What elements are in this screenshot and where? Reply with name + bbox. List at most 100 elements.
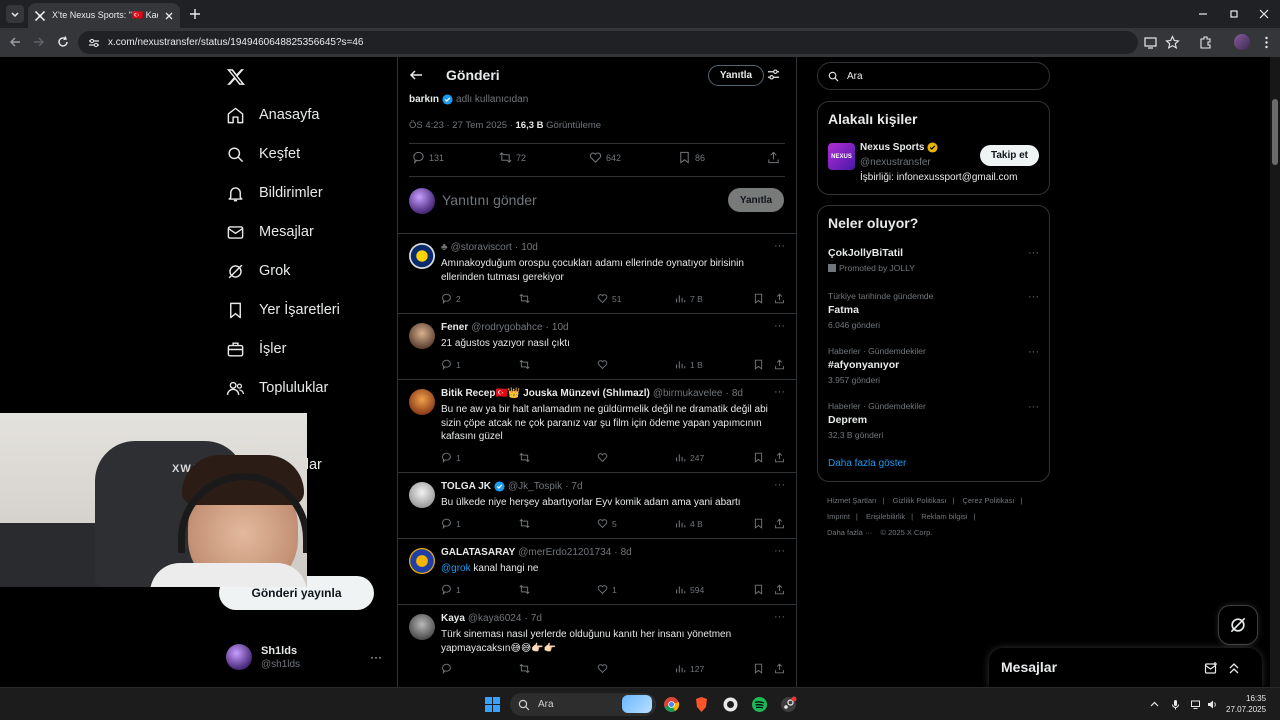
spotify-icon[interactable] [751,696,768,713]
bookmark-star-icon[interactable] [1165,35,1180,50]
reload-icon[interactable] [56,35,70,49]
reply-name[interactable]: GALATASARAY [441,547,515,558]
bookmark-action[interactable] [753,452,764,463]
retweet-action[interactable] [519,584,534,595]
site-info-icon[interactable] [88,37,100,49]
app-icon[interactable] [722,696,739,713]
nav-notifications[interactable]: Bildirimler [226,179,323,207]
reply-item[interactable]: GALATASARAY @merErdo21201734 · 8d ··· @g… [398,538,796,604]
volume-icon[interactable] [1207,699,1218,710]
more-icon[interactable]: ··· [370,650,382,664]
more-icon[interactable]: ··· [1028,346,1039,358]
chrome-icon[interactable] [663,696,680,713]
restore-icon[interactable] [1227,7,1241,21]
reply-name[interactable]: Fener [441,322,468,333]
more-icon[interactable]: ··· [1028,291,1039,303]
taskbar-search[interactable]: Ara [510,693,656,716]
window-close-icon[interactable] [1257,7,1271,21]
like-action[interactable]: 5 [597,518,617,529]
share-action[interactable] [774,584,785,595]
account-switcher[interactable]: Sh1lds @sh1lds ··· [226,642,386,674]
footer-link[interactable]: Erişilebilirlik [866,512,905,521]
bookmark-action[interactable] [753,359,764,370]
more-icon[interactable]: ··· [1028,401,1039,413]
extensions-icon[interactable] [1198,35,1213,50]
trend-item[interactable]: Türkiye tarihinde gündemde Fatma 6.046 g… [828,291,1039,330]
new-message-icon[interactable] [1204,661,1218,675]
related-person-name[interactable]: Nexus Sports [860,142,939,153]
reply-item[interactable]: Bitik Recep🇹🇷👑 Jouska Münzevi (Shlımazl)… [398,379,796,472]
retweet-action[interactable]: 72 [499,151,526,164]
like-action[interactable]: 642 [589,151,621,164]
bookmark-action[interactable] [753,663,764,674]
reply-action[interactable]: 131 [412,151,444,164]
bookmark-action[interactable] [753,293,764,304]
minimize-icon[interactable] [1196,7,1210,21]
reply-item[interactable]: Fener @rodrygobahce · 10d ··· 21 ağustos… [398,313,796,379]
composer-reply-button[interactable]: Yanıtla [728,188,784,212]
footer-link[interactable]: Çerez Politikası [962,496,1014,505]
follow-button[interactable]: Takip et [980,145,1039,166]
views-action[interactable]: 247 [675,452,704,463]
taskbar-clock[interactable]: 16:35 27.07.2025 [1226,693,1266,715]
views-action[interactable]: 127 [675,663,704,674]
reply-action[interactable]: 1 [441,452,461,463]
nav-bookmarks[interactable]: Yer İşaretleri [226,296,340,324]
steam-icon[interactable] [780,696,797,713]
reply-action[interactable] [441,663,456,674]
footer-link[interactable]: Daha fazla ··· [827,528,872,537]
reply-action[interactable]: 1 [441,584,461,595]
more-icon[interactable]: ··· [1028,247,1039,259]
footer-link[interactable]: Hizmet Şartları [827,496,877,505]
nav-explore[interactable]: Keşfet [226,140,300,168]
network-icon[interactable] [1190,699,1201,710]
retweet-action[interactable] [519,452,534,463]
tweet-time[interactable]: ÖS 4:23 · 27 Tem 2025 · [409,120,513,131]
retweet-action[interactable] [519,359,534,370]
avatar[interactable]: NEXUS [828,143,855,170]
views-action[interactable]: 1 B [675,359,703,370]
browser-menu-icon[interactable] [1259,35,1274,50]
scrollbar-thumb[interactable] [1272,99,1278,165]
footer-link[interactable]: Gizlilik Politikası [893,496,947,505]
bookmark-action[interactable] [753,584,764,595]
brave-icon[interactable] [693,696,710,713]
nav-communities[interactable]: Topluluklar [226,374,328,402]
nav-grok[interactable]: Grok [226,257,290,285]
x-logo-icon[interactable] [226,67,246,87]
reply-item[interactable]: Kaya @kaya6024 · 7d ··· Türk sineması na… [398,604,796,687]
like-action[interactable] [597,663,612,674]
share-action[interactable] [774,452,785,463]
browser-tab[interactable]: X'te Nexus Sports: "🇹🇷 Kadıköy [28,3,180,28]
nav-messages[interactable]: Mesajlar [226,218,314,246]
share-action[interactable] [774,293,785,304]
footer-link[interactable]: Imprint [827,512,850,521]
bookmark-action[interactable]: 86 [678,151,705,164]
reply-button[interactable]: Yanıtla [708,65,764,86]
share-action[interactable] [774,518,785,529]
back-icon[interactable] [8,35,22,49]
more-icon[interactable]: ··· [774,611,785,623]
more-icon[interactable]: ··· [774,386,785,398]
retweet-action[interactable] [519,518,534,529]
address-bar[interactable]: x.com/nexustransfer/status/1949460648825… [78,31,1138,54]
trend-item[interactable]: ÇokJollyBiTatil Promoted by JOLLY ··· [828,247,1039,273]
profile-avatar[interactable] [1234,34,1250,50]
scrollbar[interactable] [1270,57,1280,687]
nav-home[interactable]: Anasayfa [226,101,319,129]
search-input[interactable]: Ara [817,62,1050,90]
show-more-link[interactable]: Daha fazla göster [828,458,906,469]
retweet-action[interactable] [519,663,534,674]
reply-input[interactable]: Yanıtını gönder [442,192,537,208]
install-app-icon[interactable] [1143,35,1158,50]
sliders-icon[interactable] [767,68,780,81]
messages-drawer[interactable]: Mesajlar [989,648,1262,687]
like-action[interactable]: 51 [597,293,621,304]
reply-name[interactable]: TOLGA JK [441,481,491,492]
more-icon[interactable]: ··· [774,545,785,557]
reply-item[interactable]: ♣ @storaviscort · 10d ··· Amınakoyduğum … [398,233,796,313]
like-action[interactable] [597,452,612,463]
like-action[interactable]: 1 [597,584,617,595]
bookmark-action[interactable] [753,518,764,529]
reply-action[interactable]: 1 [441,518,461,529]
